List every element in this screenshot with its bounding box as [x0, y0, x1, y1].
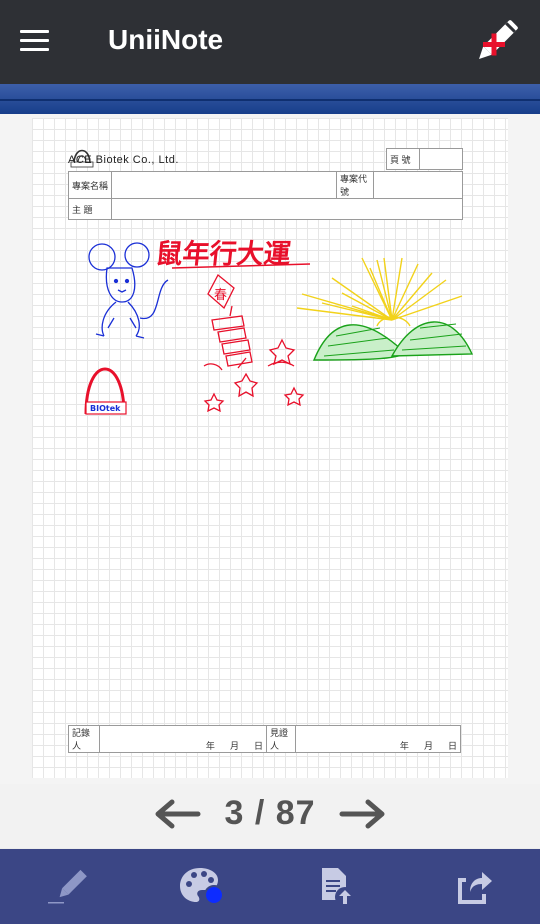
logo-sketch-text: BIOtek: [90, 404, 121, 413]
firecracker-sketch: 春: [203, 273, 305, 413]
mountains-sketch: [312, 321, 474, 361]
page-separator: /: [254, 794, 266, 832]
palette-icon: [180, 868, 224, 905]
edit-tool-button[interactable]: [46, 862, 96, 912]
band-divider: [0, 99, 540, 101]
share-icon: [458, 872, 492, 904]
share-button[interactable]: [448, 862, 498, 912]
arrow-right-icon: [339, 799, 385, 829]
witness-date: 年 月 日: [295, 725, 461, 753]
add-pen-button[interactable]: [466, 14, 526, 70]
pencil-icon: [48, 869, 87, 904]
recorder-month: 月: [229, 741, 239, 751]
menu-icon-bar: [20, 39, 49, 42]
firecracker-char: 春: [214, 288, 227, 303]
recorder-year: 年: [205, 741, 215, 751]
current-page: 3: [224, 794, 245, 832]
file-upload-icon: [322, 868, 355, 907]
arrow-left-icon: [155, 799, 201, 829]
signature-table: 記錄人 年 月 日 見證人 年 月 日: [68, 725, 461, 753]
import-file-button[interactable]: [312, 862, 362, 912]
witness-label: 見證人: [266, 725, 296, 753]
menu-icon-bar: [20, 30, 49, 33]
menu-icon-bar: [20, 48, 49, 51]
app-title: UniiNote: [108, 24, 224, 55]
color-palette-button[interactable]: [176, 862, 226, 912]
total-pages: 87: [275, 794, 316, 832]
app-bar: UniiNote: [0, 0, 540, 84]
witness-year: 年: [399, 741, 409, 751]
recorder-label: 記錄人: [68, 725, 100, 753]
sun-rays-sketch: [296, 257, 463, 327]
witness-month: 月: [423, 741, 433, 751]
pen-add-icon: [479, 20, 518, 59]
witness-day: 日: [447, 741, 457, 751]
recorder-day: 日: [253, 741, 263, 751]
recorder-date: 年 月 日: [99, 725, 267, 753]
selected-color-indicator: [204, 885, 224, 905]
page-indicator: 3 / 87: [200, 794, 340, 833]
previous-page-button[interactable]: [152, 794, 202, 834]
next-page-button[interactable]: [338, 794, 388, 834]
handwritten-drawing: 鼠年行大運 春 BIOtek: [84, 238, 474, 415]
menu-button[interactable]: [20, 30, 50, 54]
